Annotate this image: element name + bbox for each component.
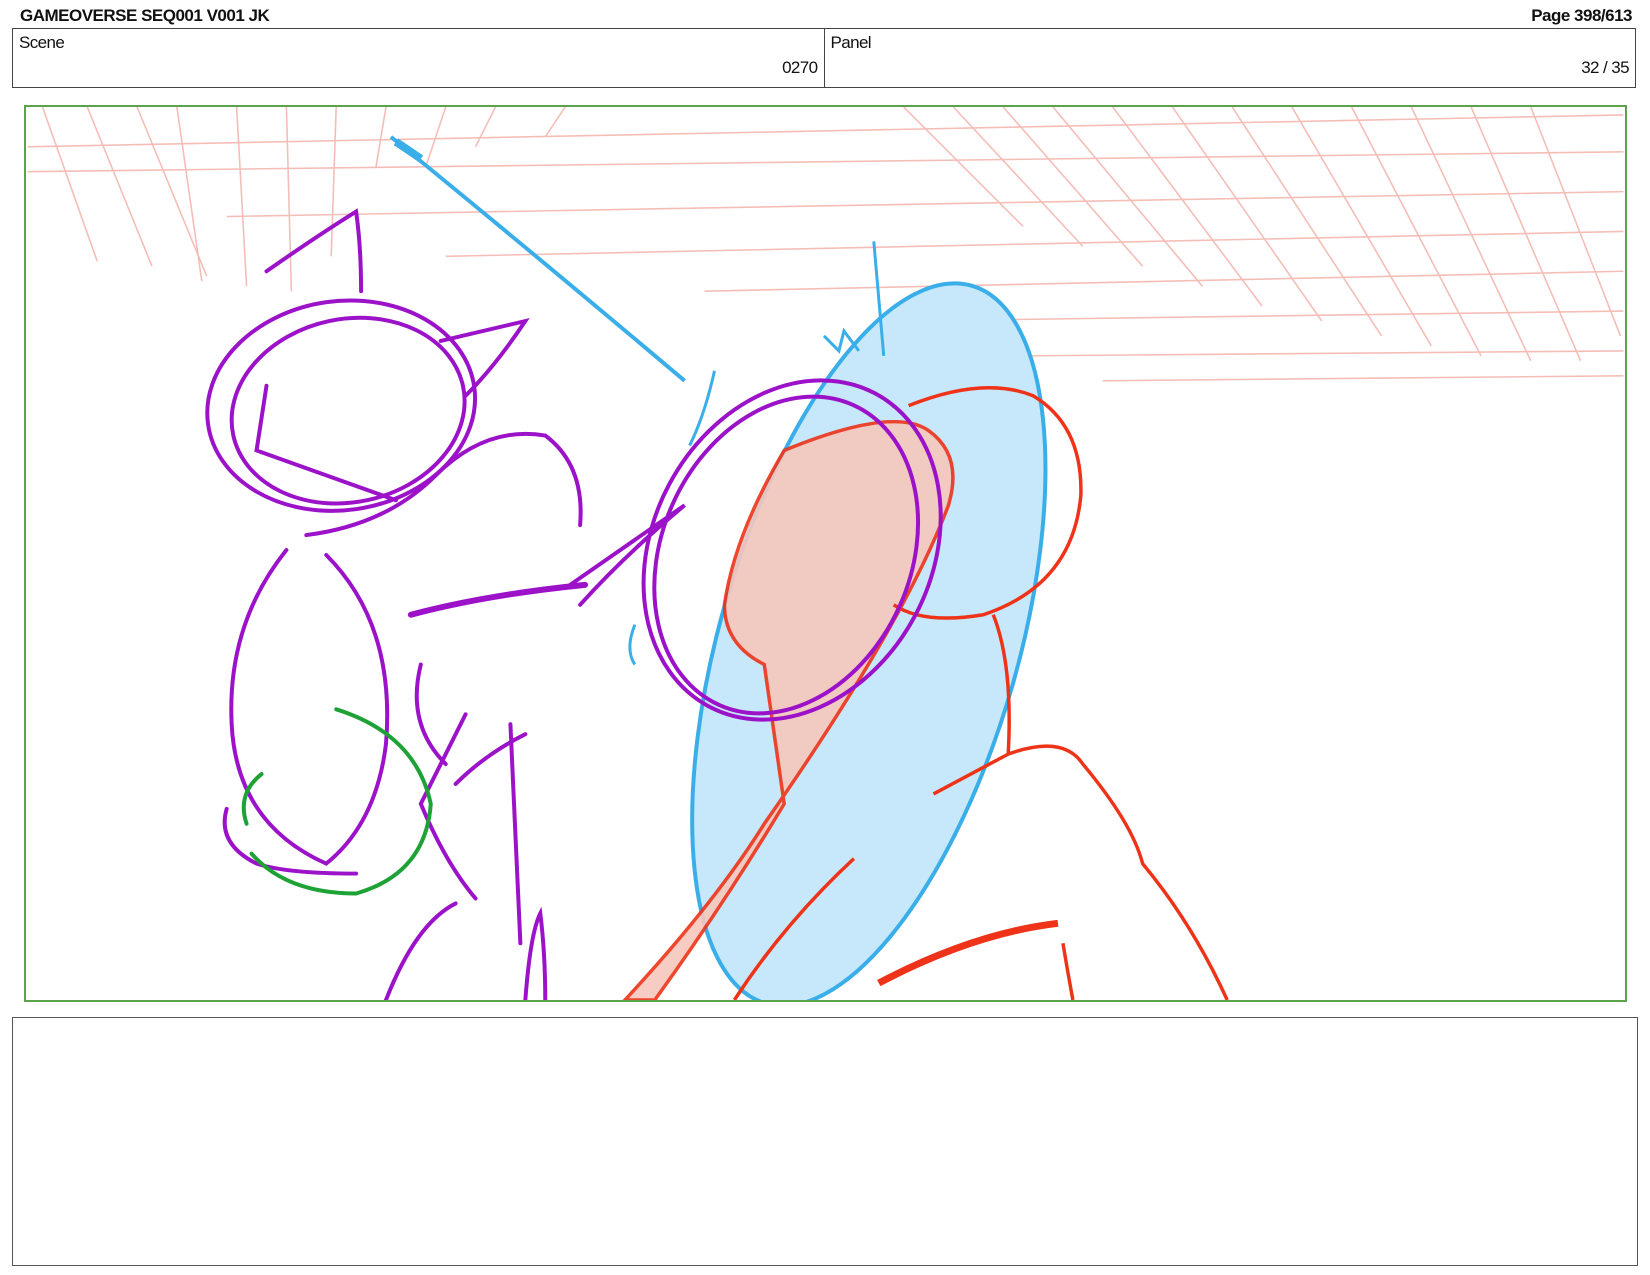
- scene-panel-info-table: Scene 0270 Panel 32 / 35: [12, 28, 1636, 88]
- page-number: Page 398/613: [1531, 6, 1632, 25]
- document-title: GAMEOVERSE SEQ001 V001 JK: [20, 6, 270, 25]
- scene-label: Scene: [19, 33, 65, 52]
- panel-notes-box: [12, 1017, 1638, 1266]
- panel-cell: Panel 32 / 35: [823, 29, 1636, 87]
- storyboard-panel-frame: [24, 105, 1627, 1002]
- scene-cell: Scene 0270: [13, 29, 824, 87]
- scene-number: 0270: [782, 58, 818, 77]
- storyboard-sketch: [27, 107, 1624, 1000]
- panel-number: 32 / 35: [1581, 58, 1629, 77]
- panel-label: Panel: [830, 33, 872, 52]
- perspective-grid: [27, 107, 1624, 382]
